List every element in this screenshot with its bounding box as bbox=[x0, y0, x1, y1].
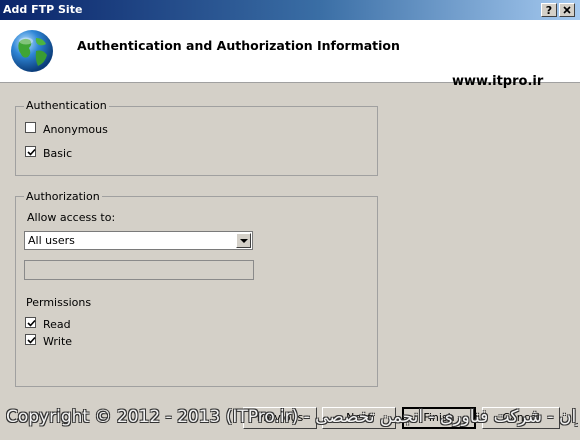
basic-checkbox[interactable] bbox=[25, 146, 36, 157]
checkmark-icon bbox=[27, 336, 36, 344]
authorization-legend: Authorization bbox=[24, 190, 102, 203]
basic-label: Basic bbox=[43, 147, 73, 160]
users-input[interactable] bbox=[24, 260, 254, 280]
window-title: Add FTP Site bbox=[3, 3, 83, 16]
chevron-down-icon[interactable] bbox=[236, 233, 251, 248]
authentication-legend: Authentication bbox=[24, 99, 109, 112]
authorization-group bbox=[15, 196, 378, 387]
watermark-url: www.itpro.ir bbox=[452, 74, 544, 89]
allow-access-select[interactable]: All users bbox=[24, 231, 253, 250]
anonymous-label: Anonymous bbox=[43, 123, 108, 136]
title-bar: Add FTP Site ? bbox=[0, 0, 580, 20]
allow-access-value: All users bbox=[28, 234, 75, 247]
help-button[interactable]: ? bbox=[541, 3, 557, 17]
anonymous-checkbox[interactable] bbox=[25, 122, 36, 133]
read-checkbox[interactable] bbox=[25, 317, 36, 328]
globe-icon bbox=[11, 30, 53, 72]
checkmark-icon bbox=[27, 148, 36, 156]
checkmark-icon bbox=[27, 319, 36, 327]
read-label: Read bbox=[43, 318, 71, 331]
page-title: Authentication and Authorization Informa… bbox=[77, 38, 400, 53]
authentication-group bbox=[15, 106, 378, 176]
close-icon bbox=[563, 6, 571, 14]
close-button[interactable] bbox=[559, 3, 575, 17]
allow-access-label: Allow access to: bbox=[27, 211, 116, 224]
permissions-label: Permissions bbox=[26, 296, 92, 309]
copyright-watermark: Copyright © 2012 - 2013 (ITPro.ir) - اطل… bbox=[6, 407, 578, 427]
write-checkbox[interactable] bbox=[25, 334, 36, 345]
write-label: Write bbox=[43, 335, 73, 348]
